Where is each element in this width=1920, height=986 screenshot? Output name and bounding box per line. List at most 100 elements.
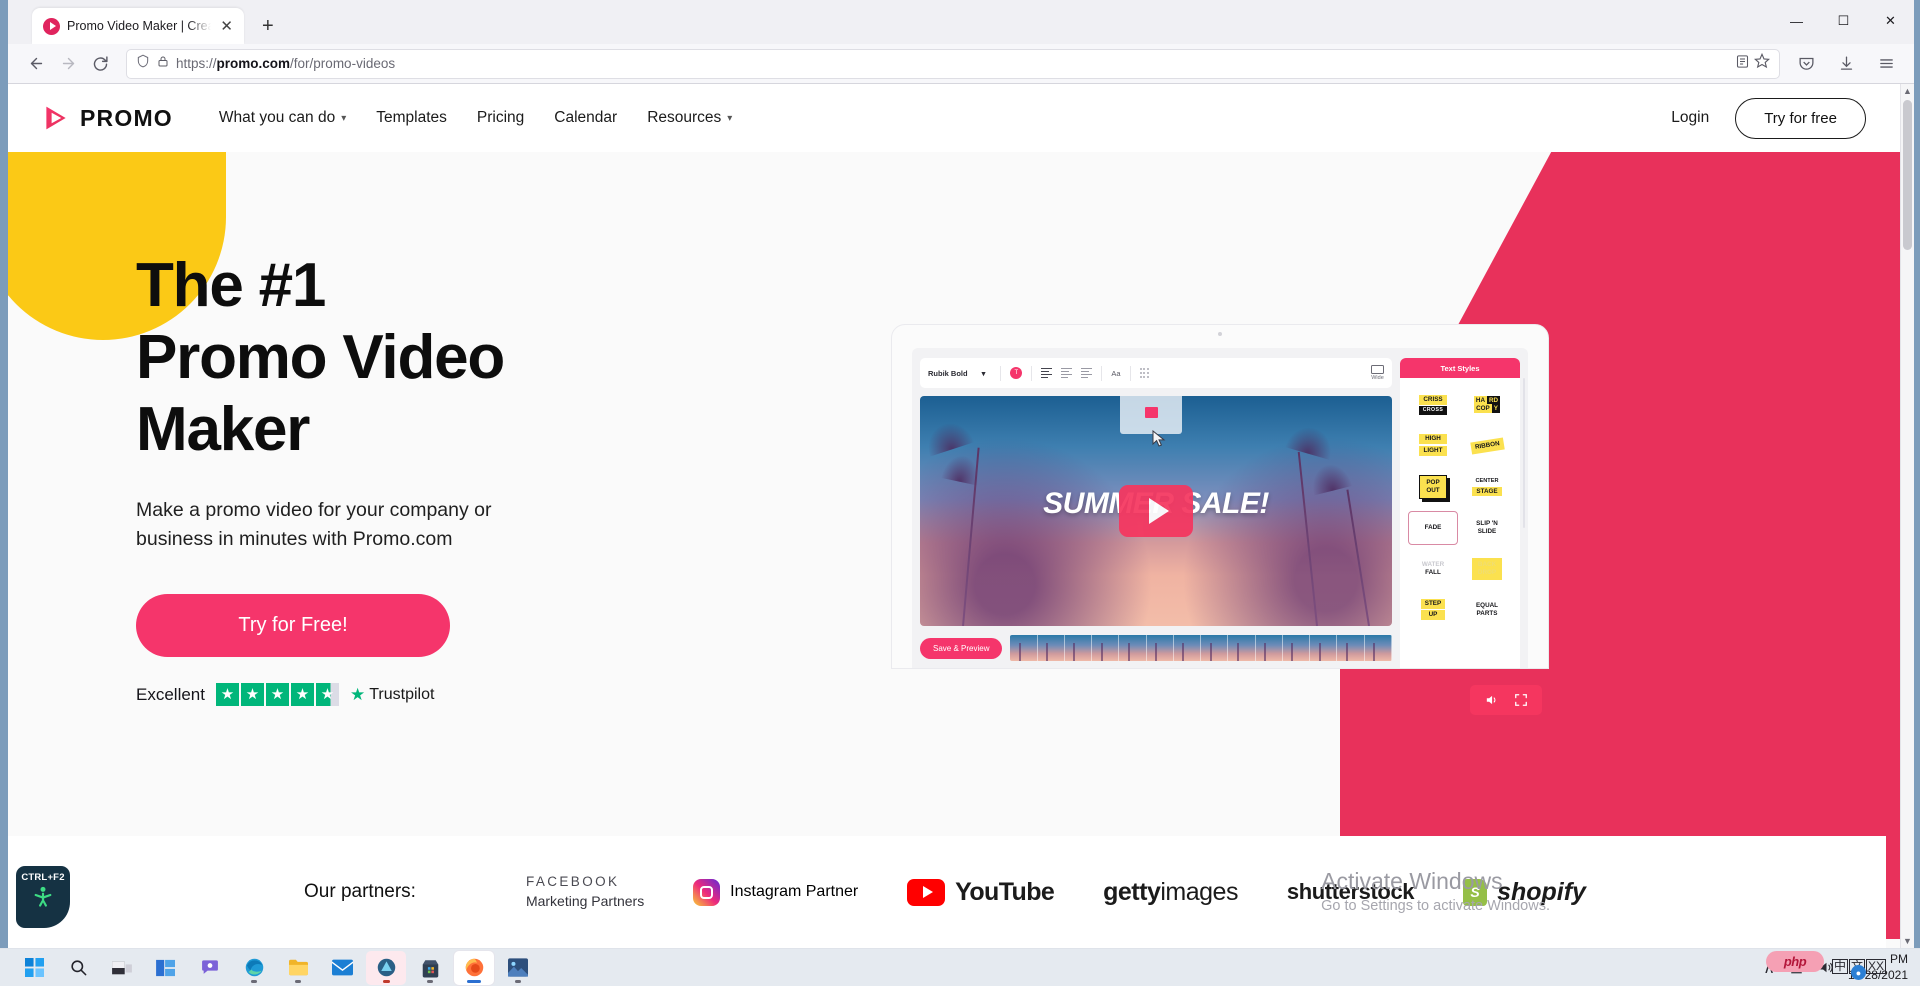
nav-item-templates[interactable]: Templates <box>376 109 447 127</box>
close-icon[interactable]: ✕ <box>218 19 235 34</box>
style-line-2: CROSS <box>1418 406 1448 415</box>
edge-browser-icon[interactable] <box>234 951 274 985</box>
nav-item-what-you-can-do[interactable]: What you can do ▾ <box>219 109 346 127</box>
window-close-button[interactable]: ✕ <box>1867 0 1914 42</box>
volume-icon[interactable] <box>1818 960 1835 975</box>
video-player-controls <box>1470 685 1542 715</box>
aspect-ratio-wide-button[interactable]: Wide <box>1371 365 1384 381</box>
filmstrip-frame <box>1228 635 1256 661</box>
text-style-step-up[interactable]: STEP UP <box>1408 593 1458 627</box>
show-hidden-icons-chevron-icon[interactable]: ∧ <box>1763 958 1775 978</box>
text-style-hard-copy[interactable]: HA RD COP Y <box>1462 388 1512 422</box>
text-style-center-stage[interactable]: CENTER STAGE <box>1462 470 1512 504</box>
text-style-ribbon[interactable]: RIBBON <box>1462 429 1512 463</box>
star-icon: ★ <box>240 683 264 707</box>
grid-layout-icon[interactable] <box>1139 368 1149 378</box>
photos-icon[interactable] <box>498 951 538 985</box>
text-size-button[interactable]: Aa <box>1111 369 1120 378</box>
network-icon[interactable] <box>1788 960 1805 975</box>
trustpilot-rating[interactable]: Excellent ★ ★ ★ ★ ★ ★ Trustpilot <box>136 683 504 707</box>
align-center-icon[interactable] <box>1061 367 1073 379</box>
promo-logo[interactable]: PROMO <box>42 104 173 132</box>
youtube-icon <box>907 878 946 906</box>
browser-tab[interactable]: Promo Video Maker | Create Qu ✕ <box>32 8 244 44</box>
running-indicator <box>382 980 390 983</box>
text-style-high-light[interactable]: HIGH LIGHT <box>1408 429 1458 463</box>
chevron-down-icon: ▾ <box>981 368 986 378</box>
forward-icon[interactable] <box>52 48 84 80</box>
text-style-fade[interactable]: FADE <box>1408 511 1458 545</box>
save-and-preview-button[interactable]: Save & Preview <box>920 637 1003 659</box>
mail-icon[interactable] <box>322 951 362 985</box>
partner-facebook[interactable]: FACEBOOK Marketing Partners <box>526 873 644 910</box>
try-for-free-cta-button[interactable]: Try for Free! <box>136 594 450 658</box>
text-style-criss-cross[interactable]: CRISS CROSS <box>1408 388 1458 422</box>
menu-hamburger-icon[interactable] <box>1870 48 1902 80</box>
partner-gettyimages[interactable]: gettyimages <box>1103 878 1238 907</box>
text-style-slip-n-slide[interactable]: SLIP 'N SLIDE <box>1462 511 1512 545</box>
scroll-down-arrow-icon[interactable]: ▼ <box>1903 936 1912 946</box>
font-name: Rubik Bold <box>928 368 968 378</box>
windows-taskbar: ∧ PM 12/28/2021 php 中 文 XX ● <box>0 948 1920 986</box>
new-tab-button[interactable]: + <box>262 15 274 38</box>
video-canvas[interactable]: SUMMER SALE! <box>920 396 1392 626</box>
downloads-icon[interactable] <box>1830 48 1862 80</box>
file-explorer-icon[interactable] <box>278 951 318 985</box>
widgets-icon[interactable] <box>146 951 186 985</box>
reload-icon[interactable] <box>84 48 116 80</box>
fullscreen-icon[interactable] <box>1506 689 1536 711</box>
style-line-2: UP <box>1420 610 1446 620</box>
text-style-back-drop[interactable]: BACK DROP <box>1462 552 1512 586</box>
font-family-select[interactable]: Rubik Bold ▾ <box>928 369 991 378</box>
trustpilot-brand[interactable]: ★ Trustpilot <box>350 685 434 705</box>
partner-shutterstock[interactable]: shutterstock <box>1287 879 1415 905</box>
play-button-icon[interactable] <box>1119 485 1193 537</box>
text-style-pop-out[interactable]: POP OUT <box>1408 470 1458 504</box>
text-style-equal-parts[interactable]: EQUAL PARTS <box>1462 593 1512 627</box>
login-link[interactable]: Login <box>1671 109 1709 127</box>
getty-label-light: images <box>1160 877 1238 906</box>
volume-icon[interactable] <box>1476 689 1506 711</box>
partner-shopify[interactable]: shopify <box>1463 878 1586 907</box>
style-line-1: RIBBON <box>1469 437 1505 455</box>
app-pink-icon[interactable] <box>366 950 406 985</box>
accessibility-widget[interactable]: CTRL+F2 <box>16 866 70 928</box>
page-title: The #1 Promo Video Maker <box>136 251 505 464</box>
text-color-swatch[interactable]: T <box>1010 367 1023 379</box>
filmstrip-frame <box>1255 635 1283 661</box>
star-half-icon: ★ <box>315 683 339 707</box>
back-icon[interactable] <box>20 48 52 80</box>
chevron-down-icon: ▾ <box>341 112 347 124</box>
chat-teams-icon[interactable] <box>190 951 230 985</box>
search-icon[interactable] <box>58 951 98 985</box>
firefox-icon[interactable] <box>454 950 494 985</box>
text-style-water-fall[interactable]: WATER FALL <box>1408 552 1458 586</box>
reader-view-icon[interactable] <box>1735 54 1750 74</box>
scroll-up-arrow-icon[interactable]: ▲ <box>1903 86 1912 96</box>
promo-triangle-logo-icon <box>42 104 70 132</box>
scrollbar-thumb[interactable] <box>1903 100 1912 250</box>
nav-item-resources[interactable]: Resources ▾ <box>647 109 732 127</box>
filmstrip-frame <box>1037 635 1065 661</box>
rating-word: Excellent <box>136 684 205 704</box>
partner-instagram[interactable]: Instagram Partner <box>693 878 858 906</box>
getty-label-bold: getty <box>1103 877 1161 906</box>
maximize-button[interactable]: ☐ <box>1820 0 1867 42</box>
bookmark-star-icon[interactable] <box>1753 52 1771 74</box>
start-windows-icon[interactable] <box>14 951 54 985</box>
header-actions: Login Try for free <box>1671 97 1866 139</box>
align-right-icon[interactable] <box>1081 367 1093 379</box>
task-view-icon[interactable] <box>102 951 142 985</box>
minimize-button[interactable]: — <box>1773 0 1820 42</box>
align-left-icon[interactable] <box>1041 367 1053 379</box>
pocket-icon[interactable] <box>1790 48 1822 80</box>
page-scrollbar[interactable]: ▲ ▼ <box>1900 84 1914 948</box>
window-edge-right <box>1914 0 1920 948</box>
url-bar[interactable]: https://promo.com/for/promo-videos <box>126 48 1780 79</box>
try-for-free-header-button[interactable]: Try for free <box>1735 97 1866 139</box>
partner-youtube[interactable]: YouTube <box>907 878 1055 907</box>
nav-item-calendar[interactable]: Calendar <box>554 109 617 127</box>
microsoft-store-icon[interactable] <box>410 951 450 985</box>
timeline-filmstrip[interactable] <box>1010 635 1392 661</box>
nav-item-pricing[interactable]: Pricing <box>477 109 524 127</box>
